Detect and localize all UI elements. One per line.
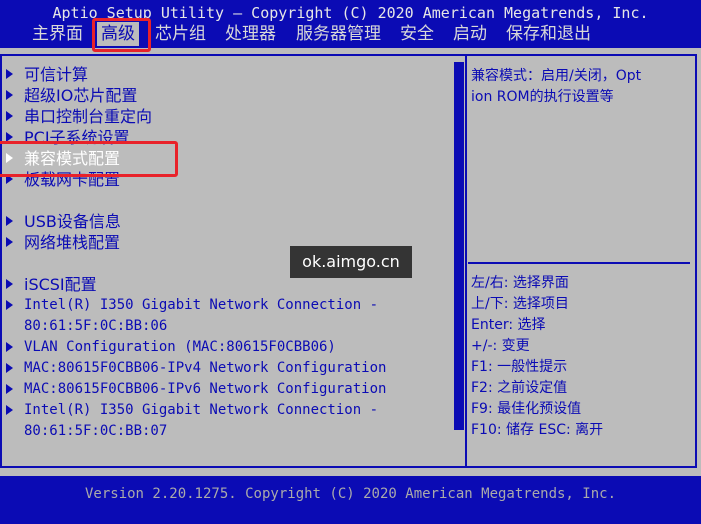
list-item-label: MAC:80615F0CBB06-IPv6 Network Configurat… — [24, 381, 387, 397]
list-item-label: iSCSI配置 — [24, 275, 97, 294]
menu-tab-security[interactable]: 安全 — [400, 22, 434, 46]
list-item-label: MAC:80615F0CBB06-IPv4 Network Configurat… — [24, 360, 387, 376]
key-hint: Enter: 选择 — [471, 317, 546, 333]
footer-bar: Version 2.20.1275. Copyright (C) 2020 Am… — [0, 476, 701, 524]
list-item-label: Intel(R) I350 Gigabit Network Connection… — [24, 297, 379, 313]
help-panel: 兼容模式：启用/关闭，Opt ion ROM的执行设置等 — [471, 66, 687, 108]
watermark: ok.aimgo.cn — [290, 246, 412, 278]
arrow-right-icon — [6, 384, 13, 394]
arrow-right-icon — [6, 90, 13, 100]
arrow-right-icon — [6, 111, 13, 121]
arrow-right-icon — [6, 69, 13, 79]
menu-tab-chipset[interactable]: 芯片组 — [155, 22, 206, 46]
list-item-label: 网络堆栈配置 — [24, 233, 121, 252]
scrollbar[interactable] — [454, 62, 464, 430]
list-item-label: 串口控制台重定向 — [24, 107, 153, 126]
help-text-line: 兼容模式：启用/关闭，Opt — [471, 68, 642, 84]
menu-tab-server-mgmt[interactable]: 服务器管理 — [296, 22, 381, 46]
menu-tab-main[interactable]: 主界面 — [32, 22, 83, 46]
list-item-label: 可信计算 — [24, 65, 89, 84]
help-divider — [468, 262, 690, 264]
panel-divider — [465, 54, 467, 468]
arrow-right-icon — [6, 342, 13, 352]
highlight-box-advanced-tab — [92, 18, 151, 52]
mac-address-text: 80:61:5F:0C:BB:06 — [24, 318, 168, 334]
help-text-line: ion ROM的执行设置等 — [471, 89, 614, 105]
highlight-box-csm-item — [0, 141, 178, 177]
arrow-right-icon — [6, 363, 13, 373]
arrow-right-icon — [6, 300, 13, 310]
key-hint: F1: 一般性提示 — [471, 359, 568, 375]
menu-tab-boot[interactable]: 启动 — [453, 22, 487, 46]
key-hint: F9: 最佳化预设值 — [471, 401, 582, 417]
version-text: Version 2.20.1275. Copyright (C) 2020 Am… — [84, 486, 616, 502]
list-item-label: Intel(R) I350 Gigabit Network Connection… — [24, 402, 379, 418]
list-item-label: USB设备信息 — [24, 212, 121, 231]
list-item-label: 超级IO芯片配置 — [24, 86, 138, 105]
arrow-right-icon — [6, 237, 13, 247]
key-hint: F2: 之前设定值 — [471, 380, 568, 396]
key-hint: 上/下: 选择项目 — [471, 296, 569, 312]
menu-tab-processor[interactable]: 处理器 — [225, 22, 276, 46]
arrow-right-icon — [6, 216, 13, 226]
mac-address-text: 80:61:5F:0C:BB:07 — [24, 423, 168, 439]
key-hint: F10: 储存 ESC: 离开 — [471, 422, 604, 438]
list-item-label: VLAN Configuration (MAC:80615F0CBB06) — [24, 339, 336, 355]
key-hint: +/-: 变更 — [471, 338, 530, 354]
menu-tab-save-exit[interactable]: 保存和退出 — [506, 22, 591, 46]
key-hint: 左/右: 选择界面 — [471, 275, 569, 291]
arrow-right-icon — [6, 405, 13, 415]
key-legend: 左/右: 选择界面 上/下: 选择项目 Enter: 选择 +/-: 变更 F1… — [471, 273, 691, 441]
arrow-right-icon — [6, 279, 13, 289]
